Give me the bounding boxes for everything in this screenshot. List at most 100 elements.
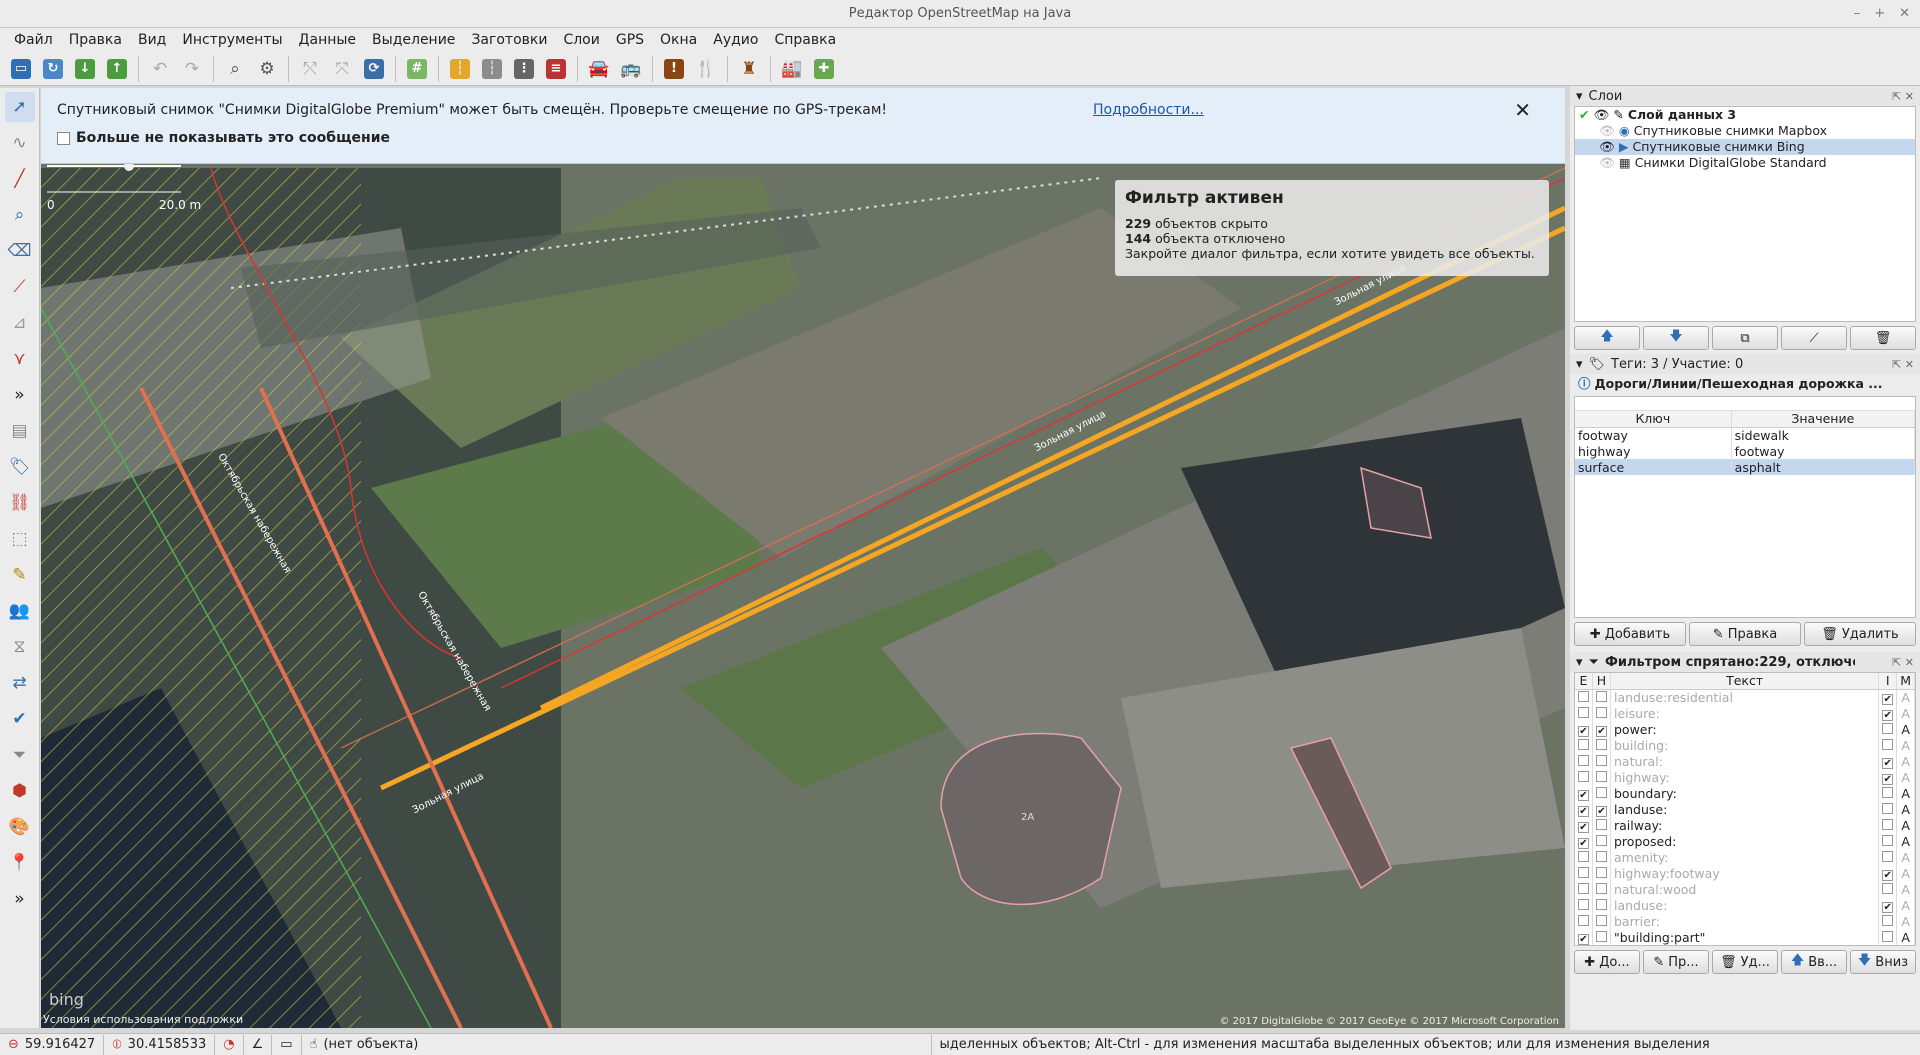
checkbox-box[interactable] (57, 131, 70, 145)
zoom-tool[interactable]: ⌕ (5, 200, 35, 230)
undo-button[interactable]: ↶ (145, 54, 175, 84)
filter-text[interactable]: leisure: (1610, 705, 1880, 721)
unchecked-checkbox[interactable] (1882, 786, 1894, 798)
unchecked-checkbox[interactable] (1596, 754, 1607, 766)
filter-text[interactable]: proposed: (1610, 833, 1880, 849)
menu-data[interactable]: Данные (291, 28, 365, 52)
unchecked-checkbox[interactable] (1882, 914, 1894, 926)
tag-value[interactable]: sidewalk (1731, 427, 1916, 443)
move-layer-down-button[interactable]: 🡇 (1643, 326, 1709, 350)
tag-row[interactable]: footway sidewalk (1575, 427, 1916, 443)
tag-key-header[interactable]: Ключ (1575, 411, 1732, 428)
menu-help[interactable]: Справка (766, 28, 844, 52)
draw-tool[interactable]: ╱ (5, 164, 35, 194)
filter-mode[interactable]: A (1896, 897, 1915, 913)
filter-inverse-header[interactable]: I (1878, 673, 1898, 690)
menu-file[interactable]: Файл (6, 28, 61, 52)
filter-row[interactable]: barrier: A (1575, 913, 1915, 929)
checked-checkbox[interactable]: ✔ (1882, 773, 1894, 785)
preset-road-gray-button[interactable]: ┆ (477, 54, 507, 84)
extrude-tool[interactable]: ⋎ (5, 344, 35, 374)
preset-car-button[interactable]: 🚘 (584, 54, 614, 84)
layers-panel-header[interactable]: ▾ Слои ⇱ ✕ (1570, 86, 1920, 106)
preset-link[interactable]: ⓘ Дороги/Линии/Пешеходная дорожка ... (1574, 374, 1916, 394)
close-window-icon[interactable]: ✕ (1899, 0, 1910, 28)
filter-hide-header[interactable]: Н (1592, 673, 1611, 690)
filter-text[interactable]: power: (1610, 721, 1880, 737)
menu-selection[interactable]: Выделение (364, 28, 463, 52)
filter-text[interactable]: boundary: (1610, 785, 1880, 801)
preset-road-yellow-button[interactable]: ┆ (445, 54, 475, 84)
checked-checkbox[interactable]: ✔ (1578, 837, 1589, 849)
unchecked-checkbox[interactable] (1578, 914, 1589, 926)
filter-text[interactable]: railway: (1610, 817, 1880, 833)
checked-checkbox[interactable]: ✔ (1578, 789, 1589, 801)
add-filter-button[interactable]: ✚ До... (1574, 950, 1640, 974)
filter-mode[interactable]: A (1896, 705, 1915, 721)
menu-audio[interactable]: Аудио (705, 28, 766, 52)
filter-mode[interactable]: A (1896, 753, 1915, 769)
panel-controls-icon[interactable]: ⇱ ✕ (1892, 90, 1914, 103)
unchecked-checkbox[interactable] (1596, 898, 1607, 910)
history-panel-button[interactable]: ⧖ (5, 632, 35, 662)
filter-row[interactable]: landuse: ✔ A (1575, 897, 1915, 913)
move-filter-down-button[interactable]: 🡇 Вниз (1850, 950, 1916, 974)
close-notice-icon[interactable]: ✕ (1514, 98, 1531, 122)
unchecked-checkbox[interactable] (1596, 770, 1607, 782)
unchecked-checkbox[interactable] (1578, 850, 1589, 862)
unchecked-checkbox[interactable] (1882, 818, 1894, 830)
preset-castle-button[interactable]: ♜ (734, 54, 764, 84)
filter-mode[interactable]: A (1896, 689, 1915, 705)
unchecked-checkbox[interactable] (1596, 882, 1607, 894)
unchecked-checkbox[interactable] (1578, 706, 1589, 718)
filter-mode[interactable]: A (1896, 721, 1915, 737)
unchecked-checkbox[interactable] (1882, 738, 1894, 750)
merge-layer-button[interactable]: ⧉ (1712, 326, 1778, 350)
filter-text[interactable]: landuse: (1610, 897, 1880, 913)
filter-row[interactable]: landuse:residential ✔ A (1575, 689, 1915, 705)
redo-button[interactable]: ↷ (177, 54, 207, 84)
unchecked-checkbox[interactable] (1596, 914, 1607, 926)
unchecked-checkbox[interactable] (1578, 690, 1589, 702)
filter-mode[interactable]: A (1896, 817, 1915, 833)
menu-edit[interactable]: Правка (61, 28, 130, 52)
filter-text[interactable]: highway: (1610, 769, 1880, 785)
preset-food-button[interactable]: 🍴 (691, 54, 721, 84)
unchecked-checkbox[interactable] (1578, 882, 1589, 894)
changeset-panel-button[interactable]: ⬢ (5, 776, 35, 806)
unchecked-checkbox[interactable] (1882, 722, 1894, 734)
layer-settings-button[interactable]: ⟋ (1781, 326, 1847, 350)
parallel-tool[interactable]: ⊿ (5, 308, 35, 338)
open-file-button[interactable]: ▭ (6, 54, 36, 84)
unchecked-checkbox[interactable] (1882, 850, 1894, 862)
dont-show-again-checkbox[interactable]: Больше не показывать это сообщение (57, 130, 390, 146)
filter-row[interactable]: ✔ boundary: A (1575, 785, 1915, 801)
unchecked-checkbox[interactable] (1596, 850, 1607, 862)
preset-railway-button[interactable]: ≡ (541, 54, 571, 84)
filter-mode[interactable]: A (1896, 833, 1915, 849)
tag-key[interactable]: highway (1575, 443, 1732, 459)
unchecked-checkbox[interactable] (1578, 898, 1589, 910)
filter-row[interactable]: highway:footway ✔ A (1575, 865, 1915, 881)
filter-text[interactable]: natural: (1610, 753, 1880, 769)
filter-row[interactable]: natural:wood A (1575, 881, 1915, 897)
tag-value-header[interactable]: Значение (1731, 411, 1916, 428)
notes-panel-button[interactable]: 📍 (5, 848, 35, 878)
tag-value[interactable]: asphalt (1731, 459, 1916, 475)
visibility-eye-icon[interactable]: 👁 (1599, 155, 1615, 171)
edit-tag-button[interactable]: ✎ Правка (1689, 622, 1801, 646)
filter-mode[interactable]: A (1896, 929, 1915, 945)
filter-text[interactable]: natural:wood (1610, 881, 1880, 897)
checked-checkbox[interactable]: ✔ (1882, 693, 1894, 705)
preferences-button[interactable]: ⚙ (252, 54, 282, 84)
checked-checkbox[interactable]: ✔ (1882, 757, 1894, 769)
add-tag-button[interactable]: ✚ Добавить (1574, 622, 1686, 646)
layer-item[interactable]: 👁 ▦ Снимки DigitalGlobe Standard (1575, 155, 1915, 171)
conflict-panel-button[interactable]: ⇄ (5, 668, 35, 698)
menu-windows[interactable]: Окна (652, 28, 705, 52)
unchecked-checkbox[interactable] (1578, 770, 1589, 782)
unchecked-checkbox[interactable] (1596, 818, 1607, 830)
menu-tools[interactable]: Инструменты (174, 28, 290, 52)
selection-panel-button[interactable]: ⬚ (5, 524, 35, 554)
tag-key[interactable]: surface (1575, 459, 1732, 475)
